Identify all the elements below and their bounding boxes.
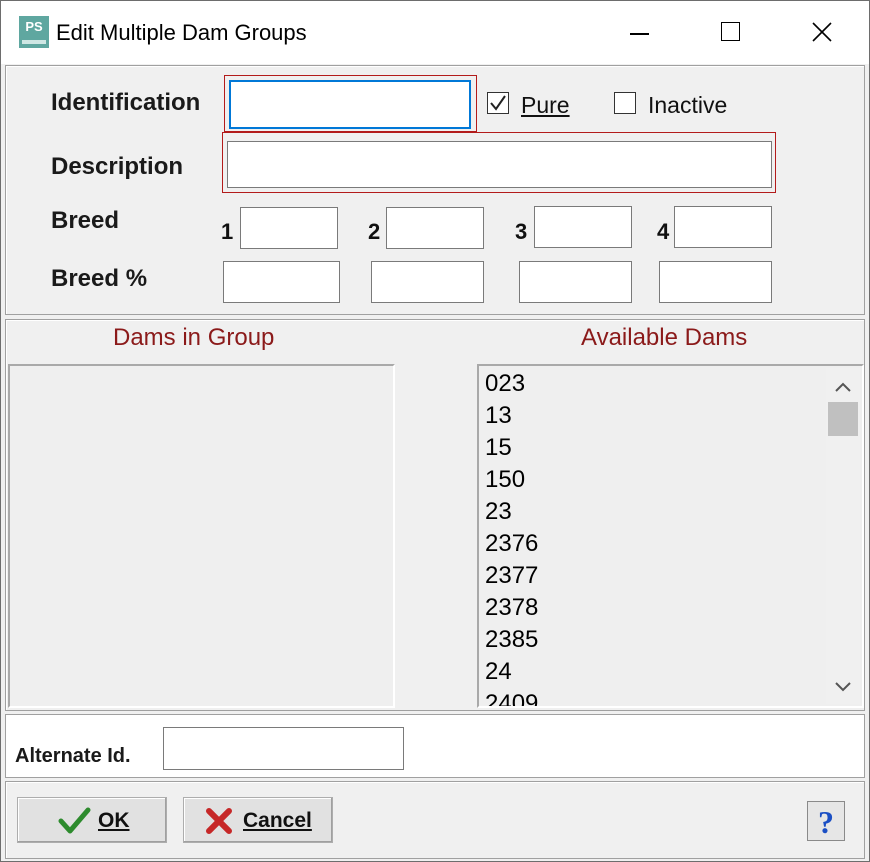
breed-1-percent-input[interactable] [223,261,340,303]
available-dam-item[interactable]: 2409 [485,688,538,706]
breed-2-number: 2 [368,219,381,244]
alternate-id-panel [5,714,865,778]
maximize-button[interactable] [685,1,777,64]
window-title: Edit Multiple Dam Groups [56,20,307,45]
pure-checkbox[interactable] [487,92,509,114]
inactive-text: Inactive [648,92,728,118]
cancel-label: Cancel [243,809,312,833]
pure-text: Pure [521,92,570,118]
question-mark-icon: ? [818,804,834,840]
available-dams-title: Available Dams [581,324,748,351]
available-dam-item[interactable]: 2377 [485,560,538,592]
available-dam-item[interactable]: 2376 [485,528,538,560]
inactive-label: Inactive [648,92,727,119]
available-dams-list[interactable]: 023 13 15 150 23 2376 2377 2378 2385 24 2409 [477,364,864,708]
dams-in-group-title: Dams in Group [113,324,275,351]
chevron-down-icon[interactable] [826,672,860,702]
breed-1-input[interactable] [240,207,338,249]
breed-3-input[interactable] [534,206,632,248]
svg-text:?: ? [818,804,834,840]
available-dams-scrollbar[interactable] [826,368,860,704]
alternate-id-label: Alternate Id. [15,745,131,767]
checkmark-icon [490,95,506,111]
app-icon-text: PS [25,19,43,34]
x-icon [206,808,232,834]
available-dam-item[interactable]: 150 [485,464,538,496]
available-dam-item[interactable]: 23 [485,496,538,528]
available-dam-item[interactable]: 15 [485,432,538,464]
breed-3-percent-input[interactable] [519,261,632,303]
available-dams-items: 023 13 15 150 23 2376 2377 2378 2385 24 2409 [485,368,538,706]
identification-label: Identification [51,89,201,116]
inactive-checkbox[interactable] [614,92,636,114]
description-label: Description [51,153,184,180]
alternate-id-input[interactable] [163,727,404,770]
available-dam-item[interactable]: 2385 [485,624,538,656]
breed-2-input[interactable] [386,207,484,249]
breed-2-percent-input[interactable] [371,261,484,303]
available-dam-item[interactable]: 2378 [485,592,538,624]
available-dam-item[interactable]: 24 [485,656,538,688]
close-button[interactable] [777,1,869,64]
ok-label: OK [98,809,130,832]
breed-4-number: 4 [657,219,670,244]
available-dam-item[interactable]: 13 [485,400,538,432]
breed-4-percent-input[interactable] [659,261,772,303]
breed-3-number: 3 [515,219,528,244]
help-button[interactable]: ? [807,801,845,841]
edit-multiple-dam-groups-window: PS Edit Multiple Dam Groups Identificati… [0,0,870,862]
chevron-up-icon[interactable] [826,372,860,402]
available-dam-item[interactable]: 023 [485,368,538,400]
checkmark-icon [58,807,91,834]
cancel-text: Cancel [243,809,312,832]
pure-label: Pure [521,92,570,119]
breed-4-input[interactable] [674,206,772,248]
app-icon: PS [19,16,49,48]
scrollbar-thumb[interactable] [828,402,858,436]
title-bar: PS Edit Multiple Dam Groups [1,1,869,64]
breed-label: Breed [51,207,120,234]
description-input[interactable] [227,141,772,188]
dams-in-group-list[interactable] [8,364,395,708]
identification-input[interactable] [229,80,471,129]
close-icon [812,22,832,42]
breed-percent-label: Breed % [51,265,148,292]
cancel-button[interactable]: Cancel [183,797,333,843]
minimize-button[interactable] [593,1,685,64]
breed-1-number: 1 [221,219,234,244]
ok-button[interactable]: OK [17,797,167,843]
